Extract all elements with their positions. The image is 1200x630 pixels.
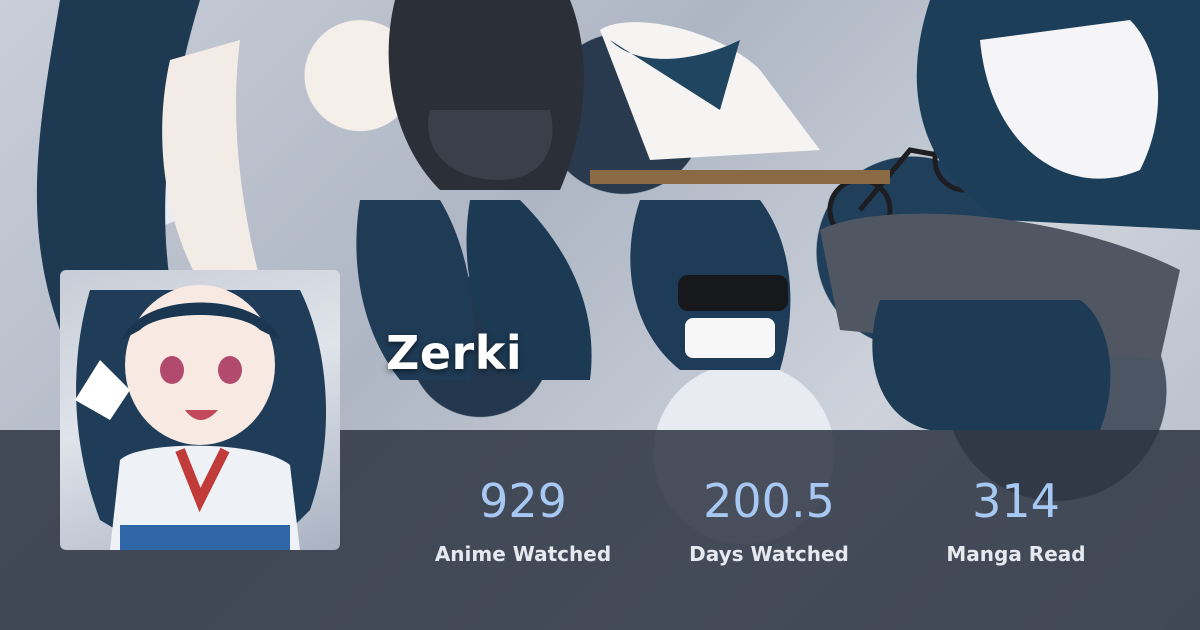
avatar-artwork: [75, 285, 327, 550]
stat-label: Anime Watched: [434, 542, 612, 566]
stat-label: Days Watched: [689, 542, 849, 566]
stat-value: 929: [479, 474, 567, 528]
stat-label: Manga Read: [946, 542, 1086, 566]
stat-value: 314: [972, 474, 1060, 528]
stat-value: 200.5: [703, 474, 835, 528]
profile-username: Zerki: [386, 326, 523, 380]
stat-anime-watched: 929 Anime Watched: [413, 470, 633, 566]
stat-days-watched: 200.5 Days Watched: [659, 470, 879, 566]
profile-avatar: [60, 270, 340, 550]
stat-manga-read: 314 Manga Read: [906, 470, 1126, 566]
